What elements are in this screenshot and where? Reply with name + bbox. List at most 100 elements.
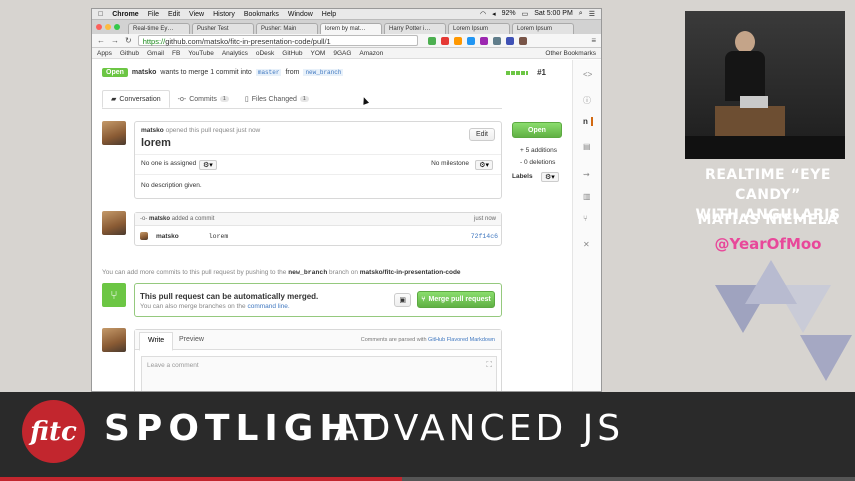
avatar[interactable] [102,211,126,235]
clipboard-icon[interactable]: ▣ [394,293,411,307]
bookmark-apps[interactable]: Apps [97,50,112,57]
bookmark-github-2[interactable]: GitHub [282,50,302,57]
spotlight-search-icon[interactable]: ⌕ [579,10,583,18]
browser-tab-active[interactable]: lorem by mat… [320,23,382,34]
pr-author[interactable]: matsko [132,69,157,76]
menu-bookmarks[interactable]: Bookmarks [244,11,279,18]
zoom-window-icon[interactable] [114,24,120,30]
bookmark-github[interactable]: Github [120,50,139,57]
battery-text[interactable]: 92% [502,10,516,18]
tab-files-changed[interactable]: ▯ Files Changed 1 [237,90,317,108]
menu-window[interactable]: Window [288,11,313,18]
extension-icons [427,36,527,45]
opened-text: opened this pull request just now [165,127,261,134]
bookmark-yom[interactable]: YOM [311,50,326,57]
speaker-body [725,51,765,101]
other-bookmarks[interactable]: Other Bookmarks [545,50,596,57]
pr-number: #1 [537,68,546,77]
address-bar[interactable]: https://github.com/matsko/fitc-in-presen… [137,35,418,46]
comment-author[interactable]: matsko [141,127,164,134]
merge-pull-request-button[interactable]: ⑂ Merge pull request [417,291,495,308]
triangle-decoration [745,260,797,304]
avatar[interactable] [102,328,126,352]
more-commits-repo[interactable]: matsko/fitc-in-presentation-code [360,269,461,276]
chrome-menu-icon[interactable]: ≡ [591,36,596,45]
clock[interactable]: Sat 5:00 PM [534,10,573,18]
notification-list-icon[interactable]: ☰ [589,10,595,18]
settings-icon[interactable]: ✕ [583,240,590,249]
preview-tab[interactable]: Preview [179,336,204,343]
commit-user[interactable]: matsko [156,233,179,240]
extension-icon[interactable] [427,36,436,45]
command-line-link[interactable]: command line. [247,303,289,310]
bookmark-9gag[interactable]: 9GAG [333,50,351,57]
merge-box: This pull request can be automatically m… [134,283,502,317]
pr-merge-text: wants to merge 1 commit into [160,69,252,76]
merge-title: This pull request can be automatically m… [140,292,319,301]
browser-tab[interactable]: Real-time Ey… [128,23,190,34]
extension-icon[interactable] [492,36,501,45]
fullscreen-icon[interactable]: ⛶ [486,360,492,370]
bookmark-odesk[interactable]: oDesk [256,50,274,57]
code-icon[interactable]: <> [583,70,592,79]
close-window-icon[interactable] [96,24,102,30]
tab-count: 1 [219,96,229,102]
menu-file[interactable]: File [148,11,159,18]
wiki-icon[interactable]: ▤ [583,142,591,151]
extension-icon[interactable] [518,36,527,45]
back-icon[interactable]: ← [97,36,105,45]
markdown-link[interactable]: GitHub Flavored Markdown [428,337,495,343]
avatar[interactable] [102,121,126,145]
graphs-icon[interactable]: ▥ [583,192,591,201]
volume-icon[interactable]: ◂ [492,10,496,18]
reload-icon[interactable]: ↻ [125,36,132,45]
menu-app-name[interactable]: Chrome [112,11,138,18]
labels-heading: Labels [512,173,533,180]
wifi-icon[interactable]: ◠ [480,10,486,18]
menu-help[interactable]: Help [322,11,336,18]
extension-icon[interactable] [479,36,488,45]
issues-icon[interactable]: ⓘ [583,95,591,106]
extension-icon[interactable] [453,36,462,45]
extension-icon[interactable] [505,36,514,45]
write-tab[interactable]: Write [139,332,174,351]
commit-sha-link[interactable]: 72f14c6 [471,233,498,240]
browser-tab[interactable]: Pusher: Main [256,23,318,34]
pull-requests-icon[interactable]: n [583,117,593,126]
milestone-gear-icon[interactable]: ⚙▾ [475,160,493,170]
bookmark-youtube[interactable]: YouTube [188,50,214,57]
commit-message[interactable]: lorem [209,233,229,240]
browser-tab[interactable]: Lorem Ipsum [512,23,574,34]
additions-count: + 5 additions [520,147,558,154]
comment-textarea[interactable]: Leave a comment ⛶ [141,356,497,391]
minimize-window-icon[interactable] [105,24,111,30]
tab-conversation[interactable]: ▰ Conversation [102,90,170,108]
bookmark-amazon[interactable]: Amazon [359,50,383,57]
forward-icon[interactable]: → [111,36,119,45]
tab-commits[interactable]: -o- Commits 1 [170,90,237,108]
assignee-gear-icon[interactable]: ⚙▾ [199,160,217,170]
pulse-icon[interactable]: ⇝ [583,170,590,179]
github-page: Open matsko wants to merge 1 commit into… [92,60,572,391]
video-progress-bar[interactable] [0,477,855,481]
menu-history[interactable]: History [213,11,235,18]
bookmarks-bar: Apps Github Gmail FB YouTube Analytics o… [92,48,601,59]
commit-event-user[interactable]: matsko [149,216,170,222]
menu-view[interactable]: View [189,11,204,18]
bookmark-analytics[interactable]: Analytics [222,50,248,57]
bookmark-gmail[interactable]: Gmail [147,50,164,57]
comment-form: Write Preview Comments are parsed with G… [134,329,502,391]
extension-icon[interactable] [466,36,475,45]
network-icon[interactable]: ⑂ [583,214,588,223]
browser-tab[interactable]: Harry Potter i… [384,23,446,34]
bookmark-fb[interactable]: FB [172,50,180,57]
extension-icon[interactable] [440,36,449,45]
browser-tab[interactable]: Lorem Ipsum [448,23,510,34]
state-open-button[interactable]: Open [512,122,562,138]
deletions-count: - 0 deletions [520,159,556,166]
apple-icon[interactable]:  [98,11,103,18]
labels-gear-icon[interactable]: ⚙▾ [541,172,559,182]
edit-button[interactable]: Edit [468,128,495,141]
menu-edit[interactable]: Edit [168,11,180,18]
browser-tab[interactable]: Pusher Test [192,23,254,34]
